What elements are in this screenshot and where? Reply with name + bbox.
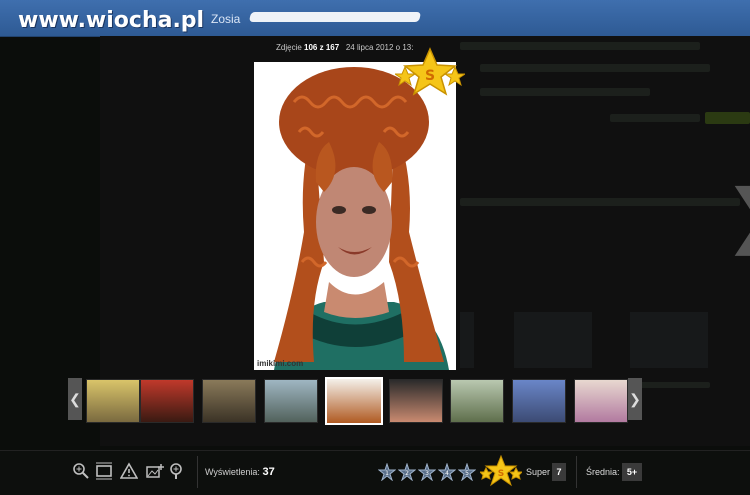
rating-star-4-icon[interactable]: 4 [438,463,456,481]
zoom-add-icon[interactable] [168,462,186,480]
rating-star-1-icon[interactable]: 1 [378,463,396,481]
svg-text:S: S [425,68,435,84]
rating-star-5-icon[interactable]: 5 [458,463,476,481]
caption-prefix: Zdjęcie [276,43,302,52]
thumbs-next-button[interactable]: ❯ [628,378,642,420]
report-icon[interactable] [120,462,138,480]
photo-illustration [254,62,456,370]
add-image-icon[interactable] [146,462,164,480]
photo-index: 106 z 167 [304,43,340,52]
thumbnail[interactable] [264,379,318,423]
svg-text:S: S [498,469,504,479]
rating-star-3-icon[interactable]: 3 [418,463,436,481]
username[interactable]: Zosia [211,12,240,26]
svg-text:4: 4 [445,470,449,477]
zoom-in-icon[interactable] [72,462,90,480]
views-label: Wyświetlenia: [205,467,260,477]
super-star-icon[interactable]: S [480,455,522,487]
thumbnail[interactable] [512,379,566,423]
top-bar: www.wiocha.pl Zosia [0,0,750,37]
views-count: 37 [262,466,275,478]
thumbs-prev-button[interactable]: ❮ [68,378,82,420]
toolbar-separator [576,456,577,488]
thumbnail[interactable] [86,379,140,423]
site-logo[interactable]: www.wiocha.pl [18,8,204,33]
thumbnail[interactable] [450,379,504,423]
toolbar-separator [197,456,198,488]
thumbnail-active[interactable] [325,377,383,425]
thumbnail[interactable] [202,379,256,423]
svg-text:2: 2 [405,470,409,477]
thumbnail[interactable] [389,379,443,423]
thumbnail[interactable] [574,379,628,423]
svg-text:1: 1 [385,470,389,477]
logo-text: www.wiocha.pl [18,8,205,33]
super-count: 7 [552,463,566,481]
super-label: Super [526,467,551,477]
super-star-badge-icon: S [395,47,465,96]
photo-caption: Zdjęcie 106 z 167 24 lipca 2012 o 13: [276,43,413,52]
average-label: Średnia: [586,467,620,477]
svg-text:5: 5 [465,470,469,477]
thumbnail[interactable] [140,379,194,423]
svg-text:3: 3 [425,470,429,477]
next-photo-arrow[interactable]: ❯ [724,170,750,260]
rating-star-2-icon[interactable]: 2 [398,463,416,481]
average-value: 5+ [622,463,642,481]
views-counter: Wyświetlenia: 37 [205,466,275,478]
photo-watermark: imikimi.com [257,359,304,368]
main-photo[interactable]: imikimi.com [254,62,456,370]
fit-screen-icon[interactable] [95,462,113,480]
redaction-scribble [248,12,422,22]
